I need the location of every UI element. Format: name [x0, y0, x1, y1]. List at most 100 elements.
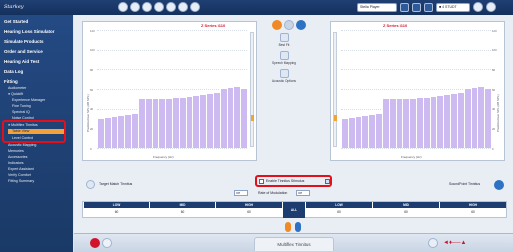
sidebar-sub-acoustic-mapping[interactable]: Acoustic Mapping — [8, 143, 36, 147]
headset-icon[interactable] — [154, 2, 164, 12]
right-chart-scroll-thumb[interactable] — [334, 115, 337, 121]
right-chart-scrollbar[interactable] — [333, 32, 337, 147]
left-ear-icon[interactable] — [296, 20, 306, 30]
table-header-all[interactable]: ALL — [283, 202, 305, 218]
left-chart-bar[interactable] — [192, 95, 200, 148]
play-button[interactable] — [424, 2, 433, 12]
best-fit-label[interactable]: Best Fit — [254, 43, 314, 47]
left-chart-bar[interactable] — [137, 98, 145, 148]
soundpoint-icon[interactable] — [494, 180, 504, 190]
right-chart-bar[interactable] — [375, 113, 382, 148]
globe-icon[interactable] — [190, 2, 200, 12]
save-icon[interactable] — [473, 2, 483, 12]
right-chart-bar[interactable] — [341, 118, 348, 148]
sidebar-item-fitting[interactable]: Fitting — [4, 79, 18, 84]
gear-icon[interactable] — [178, 2, 188, 12]
right-chart-bar[interactable] — [470, 88, 478, 148]
left-chart-bar[interactable] — [124, 114, 132, 148]
left-chart-bar[interactable] — [240, 89, 247, 148]
sidebar-item-get-started[interactable]: Get Started — [4, 19, 28, 24]
right-table-high-value[interactable]: 60 — [440, 209, 506, 215]
left-chart-bar[interactable] — [212, 92, 220, 148]
volume-up-right-icon[interactable] — [285, 222, 291, 232]
left-chart-bar[interactable] — [103, 117, 111, 148]
sidebar-item-simulate-products[interactable]: Simulate Products — [4, 39, 44, 44]
left-chart-scroll-thumb[interactable] — [251, 115, 254, 121]
sidebar-sub-verify-comfort[interactable]: Verify Comfort — [8, 173, 31, 177]
stop-button[interactable] — [412, 2, 421, 12]
right-table-mid-value[interactable]: 60 — [373, 209, 439, 215]
right-chart-bar[interactable] — [416, 97, 423, 148]
left-chart-bar[interactable] — [226, 88, 234, 148]
left-chart-bar[interactable] — [178, 97, 186, 148]
mute-button[interactable] — [400, 2, 409, 12]
rate-of-modulation-dropdown[interactable]: Off — [296, 190, 310, 196]
left-chart-bar[interactable] — [144, 98, 152, 148]
sidebar-sub-fine-tuning[interactable]: Fine Tuning — [12, 104, 31, 108]
sidebar-item-hearing-loss-simulator[interactable]: Hearing Loss Simulator — [4, 29, 55, 34]
right-chart-bar[interactable] — [402, 98, 410, 148]
right-chart-bar[interactable] — [381, 98, 389, 148]
right-chart-bar[interactable] — [484, 89, 491, 148]
sidebar-sub-quickfit[interactable]: ● Quickfit — [8, 92, 23, 96]
right-chart-bar[interactable] — [443, 94, 451, 148]
sidebar-sub-spectral-iq[interactable]: Spectral iQ — [12, 110, 30, 114]
right-chart-bar[interactable] — [368, 114, 376, 148]
speech-mapping-label[interactable]: Speech Mapping — [254, 61, 314, 65]
right-chart-bar[interactable] — [477, 87, 485, 148]
left-table-mid-value[interactable]: 60 — [150, 209, 215, 215]
left-chart-bar[interactable] — [110, 116, 118, 148]
right-chart-bar[interactable] — [361, 115, 369, 148]
right-chart-bar[interactable] — [450, 93, 457, 148]
left-chart-bar[interactable] — [199, 94, 207, 148]
sidebar-sub-indicators[interactable]: Indicators — [8, 161, 24, 165]
soundpoint-label[interactable]: SoundPoint Tinnitus — [449, 182, 480, 186]
left-chart-bar[interactable] — [206, 93, 213, 148]
sidebar-sub-expert-assistant[interactable]: Expert Assistant — [8, 167, 34, 171]
help-icon[interactable] — [486, 2, 496, 12]
right-chart-bar[interactable] — [409, 98, 416, 148]
left-chart-bar[interactable] — [131, 113, 138, 148]
chart-icon[interactable] — [166, 2, 176, 12]
left-table-low-value[interactable]: 60 — [84, 209, 149, 215]
left-table-high-value[interactable]: 60 — [216, 209, 282, 215]
left-chart-bar[interactable] — [185, 96, 193, 148]
right-table-low-value[interactable]: 60 — [306, 209, 372, 215]
sync-icon[interactable] — [428, 238, 438, 248]
sidebar-sub-audiometer[interactable]: Audiometer — [8, 86, 26, 90]
sidebar-sub-fitting-summary[interactable]: Fitting Summary — [8, 179, 34, 183]
person-icon[interactable] — [130, 2, 140, 12]
right-chart-bar[interactable] — [436, 95, 444, 148]
right-chart-bar[interactable] — [354, 116, 362, 148]
volume-up-left-icon[interactable] — [295, 222, 301, 232]
binaural-icon[interactable] — [284, 20, 294, 30]
left-chart-bar[interactable] — [219, 89, 227, 148]
right-ear-icon[interactable] — [272, 20, 282, 30]
acoustic-options-label[interactable]: Acoustic Options — [254, 79, 314, 83]
left-chart-bar[interactable] — [165, 98, 172, 148]
right-chart-bar[interactable] — [395, 98, 403, 148]
left-ear-status-icon[interactable] — [102, 238, 112, 248]
target-match-icon[interactable] — [86, 180, 95, 189]
left-chart-bar[interactable] — [97, 118, 104, 148]
left-chart-bar[interactable] — [117, 115, 125, 148]
left-chart-bar[interactable] — [151, 98, 159, 148]
right-chart-bar[interactable] — [429, 96, 437, 148]
ear-link-icon[interactable]: ◄♦──▲ — [443, 240, 487, 247]
left-chart-bar[interactable] — [158, 98, 166, 148]
sidebar-sub-accessories[interactable]: Accessories — [8, 155, 27, 159]
acoustic-options-icon[interactable] — [280, 69, 289, 78]
device-select[interactable]: ■ 4 STUDT — [436, 2, 470, 12]
best-fit-icon[interactable] — [280, 33, 289, 42]
right-ear-status-icon[interactable] — [90, 238, 100, 248]
speech-mapping-icon[interactable] — [280, 51, 289, 60]
sidebar-item-order-service[interactable]: Order and Service — [4, 49, 43, 54]
left-chart-bar[interactable] — [233, 87, 241, 148]
right-chart-bar[interactable] — [422, 97, 430, 148]
right-chart-bar[interactable] — [347, 117, 355, 148]
document-icon[interactable] — [142, 2, 152, 12]
target-match-label[interactable]: Target Match Tinnitus — [99, 182, 132, 186]
sidebar-sub-memories[interactable]: Memories — [8, 149, 24, 153]
sidebar-sub-experience-manager[interactable]: Experience Manager — [12, 98, 45, 102]
home-icon[interactable] — [118, 2, 128, 12]
